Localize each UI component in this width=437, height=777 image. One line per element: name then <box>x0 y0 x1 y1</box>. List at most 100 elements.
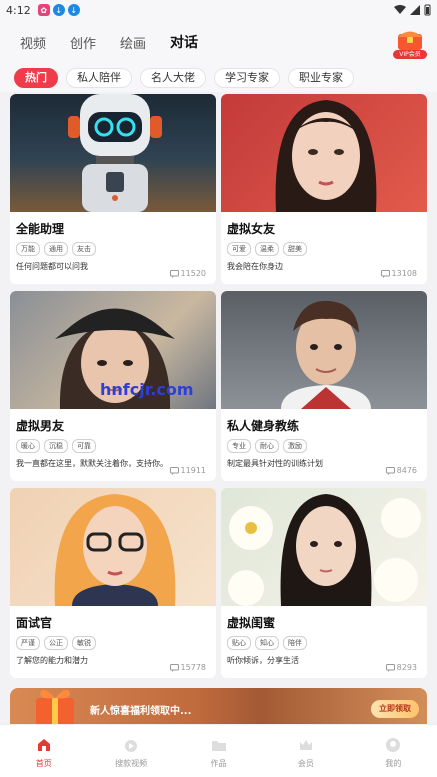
young-man-portrait <box>221 291 427 409</box>
card-tag: 贴心 <box>227 636 251 650</box>
card-title: 虚拟闺蜜 <box>227 616 276 630</box>
card-tag: 暖心 <box>16 439 40 453</box>
crown-icon <box>299 740 312 750</box>
signal-icon <box>410 5 420 15</box>
download-icon: ↓ <box>67 4 80 16</box>
robot-illustration <box>10 94 216 212</box>
vip-label: VIP会员 <box>393 50 427 59</box>
character-card[interactable]: 虚拟女友 可爱 温柔 甜美 我会陪在你身边 13108 <box>221 94 427 284</box>
chat-count: 11520 <box>169 269 206 278</box>
tab-chat[interactable]: 对话 <box>170 32 199 55</box>
status-time: 4:12 <box>6 3 31 17</box>
card-tag: 耐心 <box>255 439 279 453</box>
new-user-promo-banner[interactable]: 新人惊喜福利领取中... 立即领取 <box>10 688 427 724</box>
card-tag: 友击 <box>72 242 96 256</box>
chat-bubble-icon <box>385 663 395 672</box>
chat-count-value: 13108 <box>391 269 417 278</box>
nav-home[interactable]: 首页 <box>0 725 87 777</box>
card-title: 虚拟男友 <box>16 419 65 433</box>
banner-text: 新人惊喜福利领取中... <box>90 706 192 717</box>
wifi-icon <box>394 5 406 14</box>
download-icon: ↓ <box>52 4 65 16</box>
chat-bubble-icon <box>169 466 179 475</box>
nav-membership[interactable]: 会员 <box>262 725 349 777</box>
nav-video[interactable]: 搜款视频 <box>87 725 174 777</box>
chat-bubble-icon <box>169 663 179 672</box>
card-title: 全能助理 <box>16 222 65 236</box>
folder-icon <box>211 741 226 751</box>
character-card[interactable]: 私人健身教练 专业 耐心 激励 制定最具针对性的训练计划 8476 <box>221 291 427 481</box>
card-tag: 严谨 <box>16 636 40 650</box>
chat-count: 8293 <box>385 663 417 672</box>
filter-celebrity[interactable]: 名人大佬 <box>140 68 206 88</box>
card-tags: 暖心 沉稳 可靠 <box>16 439 216 453</box>
girl-portrait-red-background <box>221 94 427 212</box>
chat-count: 13108 <box>380 269 417 278</box>
filter-study[interactable]: 学习专家 <box>214 68 280 88</box>
claim-now-button[interactable]: 立即领取 <box>371 700 419 718</box>
tab-create[interactable]: 创作 <box>70 33 96 52</box>
status-right-icons <box>394 4 431 16</box>
chat-bubble-icon <box>385 466 395 475</box>
nav-membership-label: 会员 <box>297 759 314 768</box>
card-title: 面试官 <box>16 616 53 630</box>
card-tag: 温柔 <box>255 242 279 256</box>
card-tag: 万能 <box>16 242 40 256</box>
watermark: hnfcjr.com <box>100 380 194 399</box>
chat-count-value: 15778 <box>180 663 206 672</box>
nav-profile[interactable]: 我的 <box>350 725 437 777</box>
battery-icon <box>424 4 431 16</box>
woman-with-flowers-portrait <box>221 488 427 606</box>
nav-home-label: 首页 <box>35 759 52 768</box>
bottom-navigation: 首页 搜款视频 作品 会员 我的 <box>0 724 437 777</box>
chat-bubble-icon <box>169 269 179 278</box>
card-tag: 通用 <box>44 242 68 256</box>
card-tag: 可靠 <box>72 439 96 453</box>
character-card[interactable]: 全能助理 万能 通用 友击 任何问题都可以问我 11520 <box>10 94 216 284</box>
chat-count-value: 11520 <box>180 269 206 278</box>
pink-app-icon: ✿ <box>37 4 50 16</box>
chat-count: 8476 <box>385 466 417 475</box>
chat-count: 15778 <box>169 663 206 672</box>
character-card[interactable]: 虚拟闺蜜 贴心 知心 陪伴 听你倾诉，分享生活 8293 <box>221 488 427 678</box>
nav-profile-label: 我的 <box>385 759 402 768</box>
chat-bubble-icon <box>380 269 390 278</box>
woman-with-glasses-portrait <box>10 488 216 606</box>
filter-companion[interactable]: 私人陪伴 <box>66 68 132 88</box>
vip-button[interactable]: VIP会员 <box>393 26 427 59</box>
nav-video-label: 搜款视频 <box>115 759 148 768</box>
chat-count-value: 8293 <box>396 663 417 672</box>
card-tags: 万能 通用 友击 <box>16 242 216 256</box>
card-tags: 可爱 温柔 甜美 <box>227 242 427 256</box>
nav-works-label: 作品 <box>210 759 227 768</box>
profile-icon <box>386 738 401 752</box>
card-tag: 沉稳 <box>44 439 68 453</box>
character-card[interactable]: 面试官 严谨 公正 敏锐 了解您的能力和潜力 15778 <box>10 488 216 678</box>
top-tab-bar: 视频 创作 绘画 对话 VIP会员 <box>0 20 437 64</box>
filter-career[interactable]: 职业专家 <box>288 68 354 88</box>
chat-count-value: 11911 <box>180 466 206 475</box>
card-title: 私人健身教练 <box>227 419 300 433</box>
category-filter-row: 热门 私人陪伴 名人大佬 学习专家 职业专家 <box>0 64 437 92</box>
card-tags: 贴心 知心 陪伴 <box>227 636 427 650</box>
treasure-chest-icon <box>398 31 422 50</box>
card-tag: 知心 <box>255 636 279 650</box>
card-tags: 专业 耐心 激励 <box>227 439 427 453</box>
chat-count: 11911 <box>169 466 206 475</box>
tab-drawing[interactable]: 绘画 <box>120 33 146 52</box>
tab-video[interactable]: 视频 <box>20 33 46 52</box>
card-tag: 可爱 <box>227 242 251 256</box>
filter-hot[interactable]: 热门 <box>14 68 58 88</box>
card-tag: 专业 <box>227 439 251 453</box>
card-tag: 公正 <box>44 636 68 650</box>
nav-works[interactable]: 作品 <box>175 725 262 777</box>
card-title: 虚拟女友 <box>227 222 276 236</box>
chat-count-value: 8476 <box>396 466 417 475</box>
home-icon <box>37 739 50 751</box>
card-tag: 甜美 <box>283 242 307 256</box>
card-tag: 敏锐 <box>72 636 96 650</box>
video-icon <box>125 740 138 752</box>
status-bar: 4:12 ✿ ↓ ↓ <box>0 0 437 20</box>
card-tag: 激励 <box>283 439 307 453</box>
card-tag: 陪伴 <box>283 636 307 650</box>
